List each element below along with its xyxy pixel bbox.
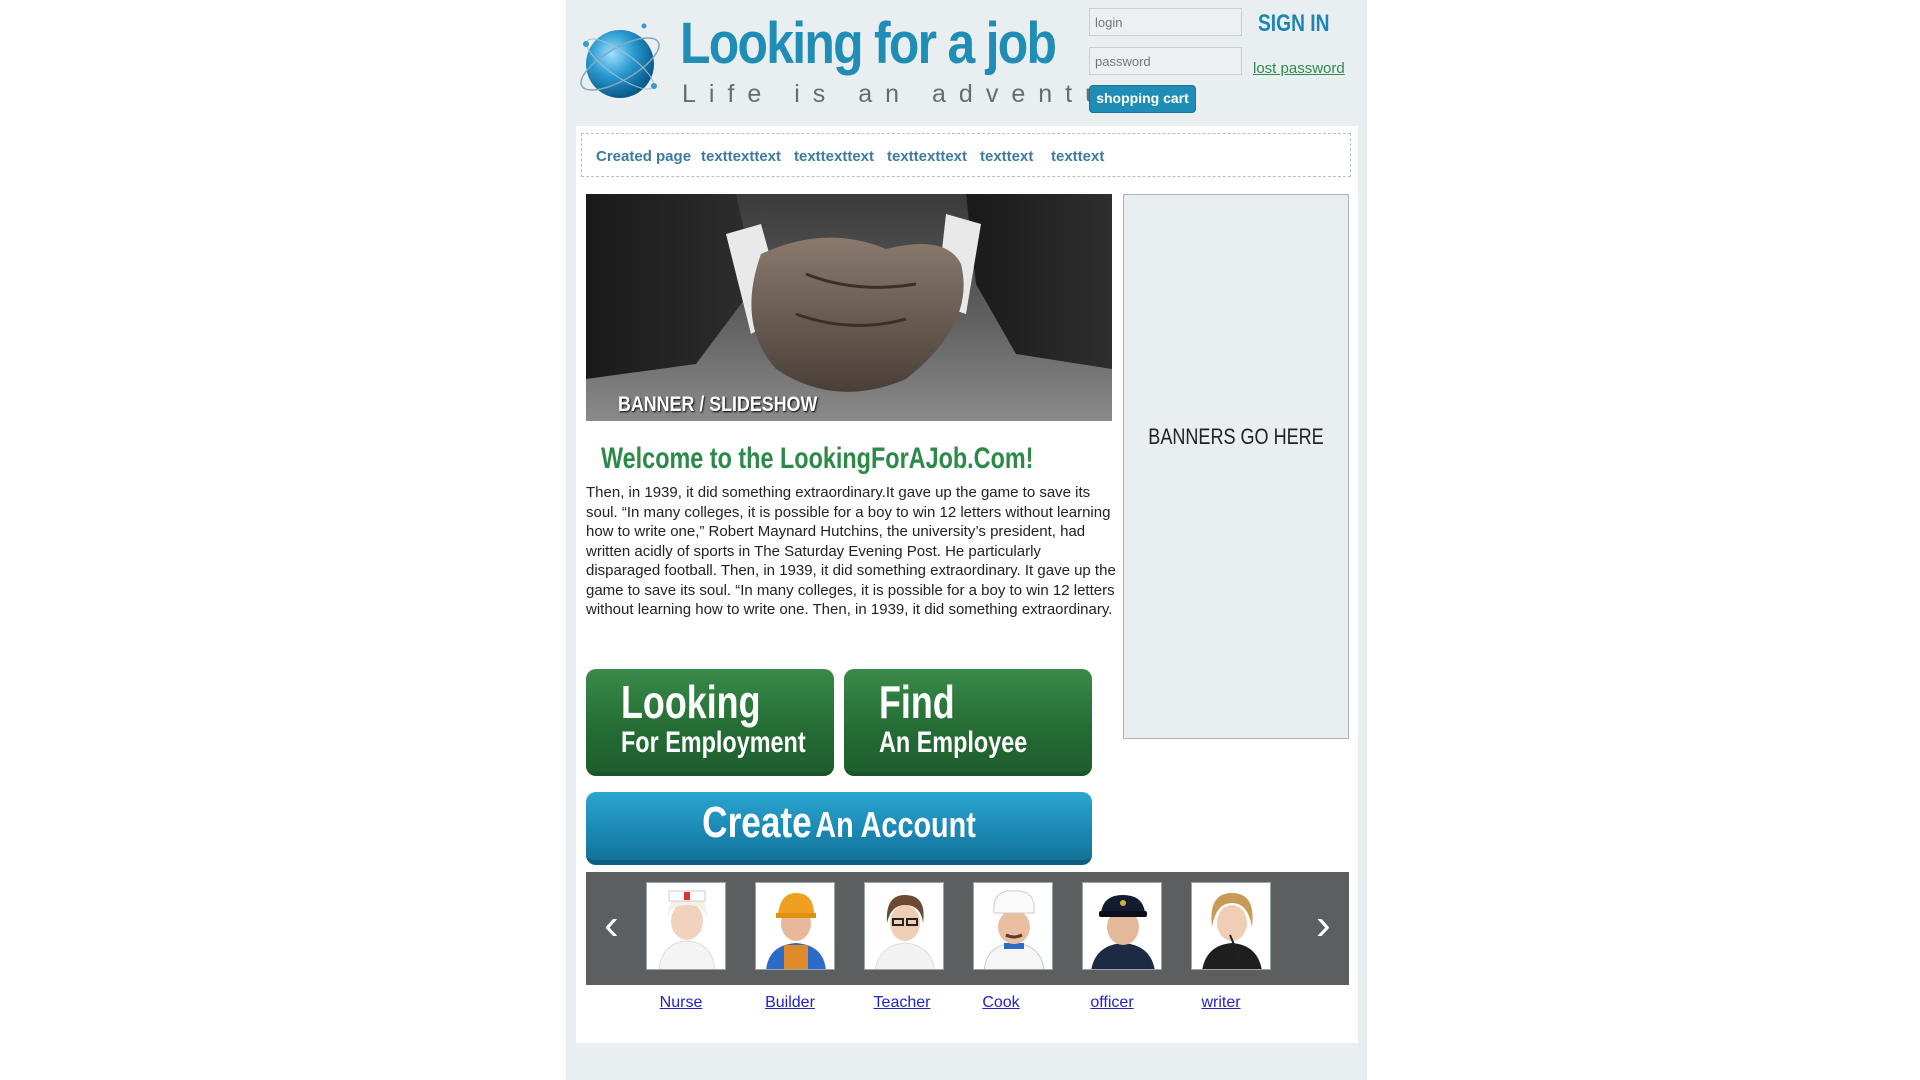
nav-item-3[interactable]: texttexttext <box>794 148 874 165</box>
sign-in-button[interactable]: SIGN IN <box>1258 10 1329 38</box>
nav-item-6[interactable]: texttext <box>1051 148 1104 165</box>
looking-for-employment-button[interactable]: Looking For Employment <box>586 669 834 776</box>
welcome-body-text: Then, in 1939, it did something extraord… <box>586 484 1116 618</box>
create-account-label: Create An Account <box>637 798 1042 848</box>
handshake-image <box>586 194 1112 392</box>
job-link-writer[interactable]: writer <box>1201 994 1240 1012</box>
nav-item-created-page[interactable]: Created page <box>596 148 691 165</box>
find-an-employee-button[interactable]: Find An Employee <box>844 669 1092 776</box>
job-link-teacher[interactable]: Teacher <box>874 994 931 1012</box>
an-account-word: An Account <box>815 804 976 845</box>
login-input[interactable] <box>1089 8 1242 36</box>
globe-icon <box>574 14 662 106</box>
job-link-builder[interactable]: Builder <box>765 994 815 1012</box>
button-title: Find <box>879 676 955 728</box>
shopping-cart-button[interactable]: shopping cart <box>1089 85 1196 113</box>
button-title: Looking <box>621 676 761 728</box>
job-link-officer[interactable]: officer <box>1090 994 1133 1012</box>
nav-item-5[interactable]: texttext <box>980 148 1033 165</box>
nav-item-2[interactable]: texttexttext <box>701 148 781 165</box>
password-input[interactable] <box>1089 47 1242 75</box>
banner-slideshow[interactable]: BANNER / SLIDESHOW <box>586 194 1112 421</box>
officer-photo[interactable] <box>1082 882 1162 970</box>
side-banner-ad[interactable]: BANNERS GO HERE <box>1123 194 1349 739</box>
teacher-photo[interactable] <box>864 882 944 970</box>
job-carousel: ‹ › <box>586 872 1349 985</box>
page-container: Looking for a job Life is an adventure S… <box>566 0 1367 1080</box>
banner-label: BANNER / SLIDESHOW <box>618 393 818 416</box>
nurse-photo[interactable] <box>646 882 726 970</box>
header: Looking for a job Life is an adventure S… <box>566 0 1367 122</box>
button-subtitle: For Employment <box>621 726 806 759</box>
job-link-cook[interactable]: Cook <box>982 994 1019 1012</box>
site-title: Looking for a job <box>680 11 1057 76</box>
chevron-left-icon[interactable]: ‹ <box>604 900 619 950</box>
side-banner-text: BANNERS GO HERE <box>1148 424 1324 449</box>
chevron-right-icon[interactable]: › <box>1316 900 1331 950</box>
job-link-nurse[interactable]: Nurse <box>660 994 703 1012</box>
lost-password-link[interactable]: lost password <box>1253 60 1345 77</box>
builder-photo[interactable] <box>755 882 835 970</box>
create-account-button[interactable]: Create An Account <box>586 792 1092 865</box>
welcome-heading: Welcome to the LookingForAJob.Com! <box>601 442 1034 475</box>
button-subtitle: An Employee <box>879 726 1028 759</box>
top-nav: Created page texttexttext texttexttext t… <box>581 133 1351 177</box>
create-word: Create <box>702 798 812 847</box>
writer-photo[interactable] <box>1191 882 1271 970</box>
nav-item-4[interactable]: texttexttext <box>887 148 967 165</box>
cook-photo[interactable] <box>973 882 1053 970</box>
main-content: Created page texttexttext texttexttext t… <box>576 126 1358 1043</box>
